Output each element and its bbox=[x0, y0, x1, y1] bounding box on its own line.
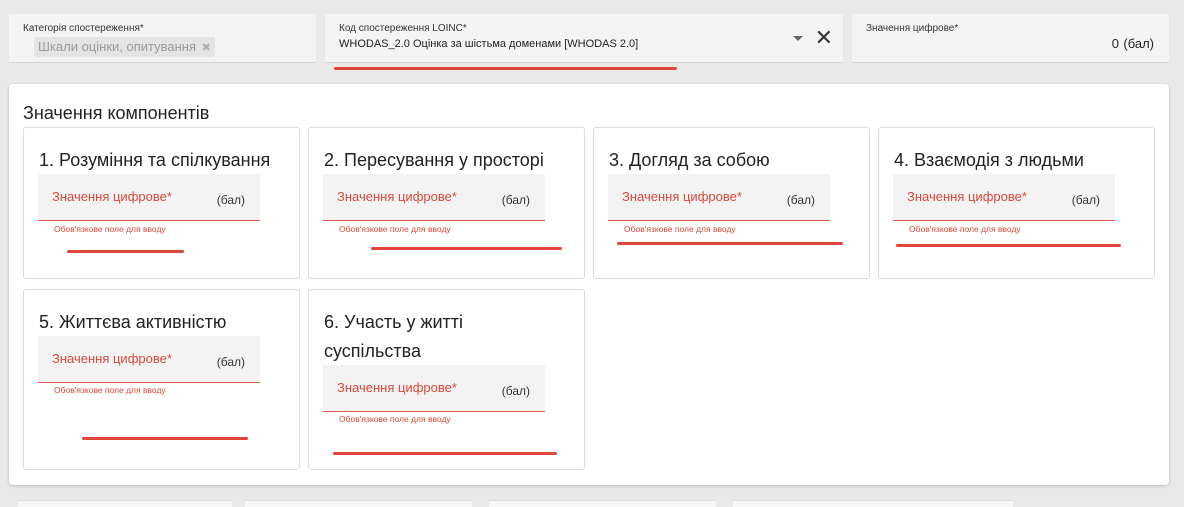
clear-icon[interactable]: ✕ bbox=[815, 27, 833, 49]
component-error-text: Обов'язкове поле для вводу bbox=[54, 385, 166, 395]
numeric-value-input[interactable]: 0 bbox=[1112, 36, 1119, 51]
component-title: 1. Розуміння та спілкування bbox=[39, 150, 271, 170]
component-card-2: 2. Пересування у просторі Значення цифро… bbox=[308, 127, 585, 279]
observation-category-label: Категорія спостереження* bbox=[23, 23, 144, 34]
component-error-text: Обов'язкове поле для вводу bbox=[339, 414, 451, 424]
loinc-code-label: Код спостереження LOINC* bbox=[339, 23, 467, 34]
component-value-unit: (бал) bbox=[1071, 193, 1100, 207]
component-title: 5. Життєва активністю bbox=[39, 312, 227, 332]
component-card-5: 5. Життєва активністю Значення цифрове* … bbox=[23, 289, 300, 470]
numeric-value-label: Значення цифрове* bbox=[866, 23, 959, 34]
component-value-label: Значення цифрове* bbox=[622, 189, 742, 204]
component-title: 3. Догляд за собою bbox=[609, 150, 770, 170]
chip-remove-icon[interactable]: ✖ bbox=[202, 42, 211, 54]
component-value-unit: (бал) bbox=[216, 193, 245, 207]
component-title: 2. Пересування у просторі bbox=[324, 150, 544, 170]
component-value-input[interactable]: Значення цифрове* (бал) bbox=[323, 365, 545, 412]
annotation-underline bbox=[371, 247, 562, 250]
annotation-underline bbox=[333, 452, 557, 455]
category-chip[interactable]: Шкали оцінки, опитування ✖ bbox=[34, 37, 215, 57]
component-error-text: Обов'язкове поле для вводу bbox=[624, 224, 736, 234]
loinc-code-value: WHODAS_2.0 Оцінка за шістьма доменами [W… bbox=[339, 38, 639, 50]
component-error-text: Обов'язкове поле для вводу bbox=[909, 224, 1021, 234]
component-title: 4. Взаємодія з людьми bbox=[894, 150, 1084, 170]
category-chip-label: Шкали оцінки, опитування bbox=[38, 39, 197, 54]
components-panel: Значення компонентів 1. Розуміння та спі… bbox=[9, 84, 1169, 485]
component-card-3: 3. Догляд за собою Значення цифрове* (ба… bbox=[593, 127, 870, 279]
component-value-unit: (бал) bbox=[786, 193, 815, 207]
component-value-label: Значення цифрове* bbox=[52, 351, 172, 366]
component-error-text: Обов'язкове поле для вводу bbox=[339, 224, 451, 234]
component-value-label: Значення цифрове* bbox=[337, 189, 457, 204]
annotation-underline bbox=[67, 250, 184, 253]
numeric-value-unit: (бал) bbox=[1123, 36, 1154, 51]
component-card-1: 1. Розуміння та спілкування Значення циф… bbox=[23, 127, 300, 279]
component-value-label: Значення цифрове* bbox=[52, 189, 172, 204]
component-card-6: 6. Участь у житті суспільства Значення ц… bbox=[308, 289, 585, 470]
annotation-underline bbox=[896, 244, 1121, 247]
component-value-input[interactable]: Значення цифрове* (бал) bbox=[608, 174, 830, 221]
annotation-underline bbox=[82, 437, 248, 440]
component-title: 6. Участь у житті суспільства bbox=[324, 312, 464, 361]
annotation-underline bbox=[334, 67, 677, 70]
dropdown-arrow-icon[interactable] bbox=[793, 36, 803, 41]
component-error-text: Обов'язкове поле для вводу bbox=[54, 224, 166, 234]
components-title: Значення компонентів bbox=[23, 103, 210, 123]
component-value-unit: (бал) bbox=[501, 193, 530, 207]
annotation-underline bbox=[617, 242, 843, 245]
component-value-input[interactable]: Значення цифрове* (бал) bbox=[893, 174, 1115, 221]
component-value-label: Значення цифрове* bbox=[907, 189, 1027, 204]
component-value-unit: (бал) bbox=[216, 355, 245, 369]
component-value-input[interactable]: Значення цифрове* (бал) bbox=[323, 174, 545, 221]
component-value-unit: (бал) bbox=[501, 384, 530, 398]
numeric-value-field[interactable]: Значення цифрове* 0 (бал) bbox=[852, 14, 1169, 63]
component-value-input[interactable]: Значення цифрове* (бал) bbox=[38, 174, 260, 221]
component-value-input[interactable]: Значення цифрове* (бал) bbox=[38, 336, 260, 383]
component-card-4: 4. Взаємодія з людьми Значення цифрове* … bbox=[878, 127, 1155, 279]
observation-category-field[interactable]: Категорія спостереження* Шкали оцінки, о… bbox=[9, 14, 316, 63]
component-value-label: Значення цифрове* bbox=[337, 380, 457, 395]
loinc-code-select[interactable]: Код спостереження LOINC* WHODAS_2.0 Оцін… bbox=[325, 14, 843, 63]
